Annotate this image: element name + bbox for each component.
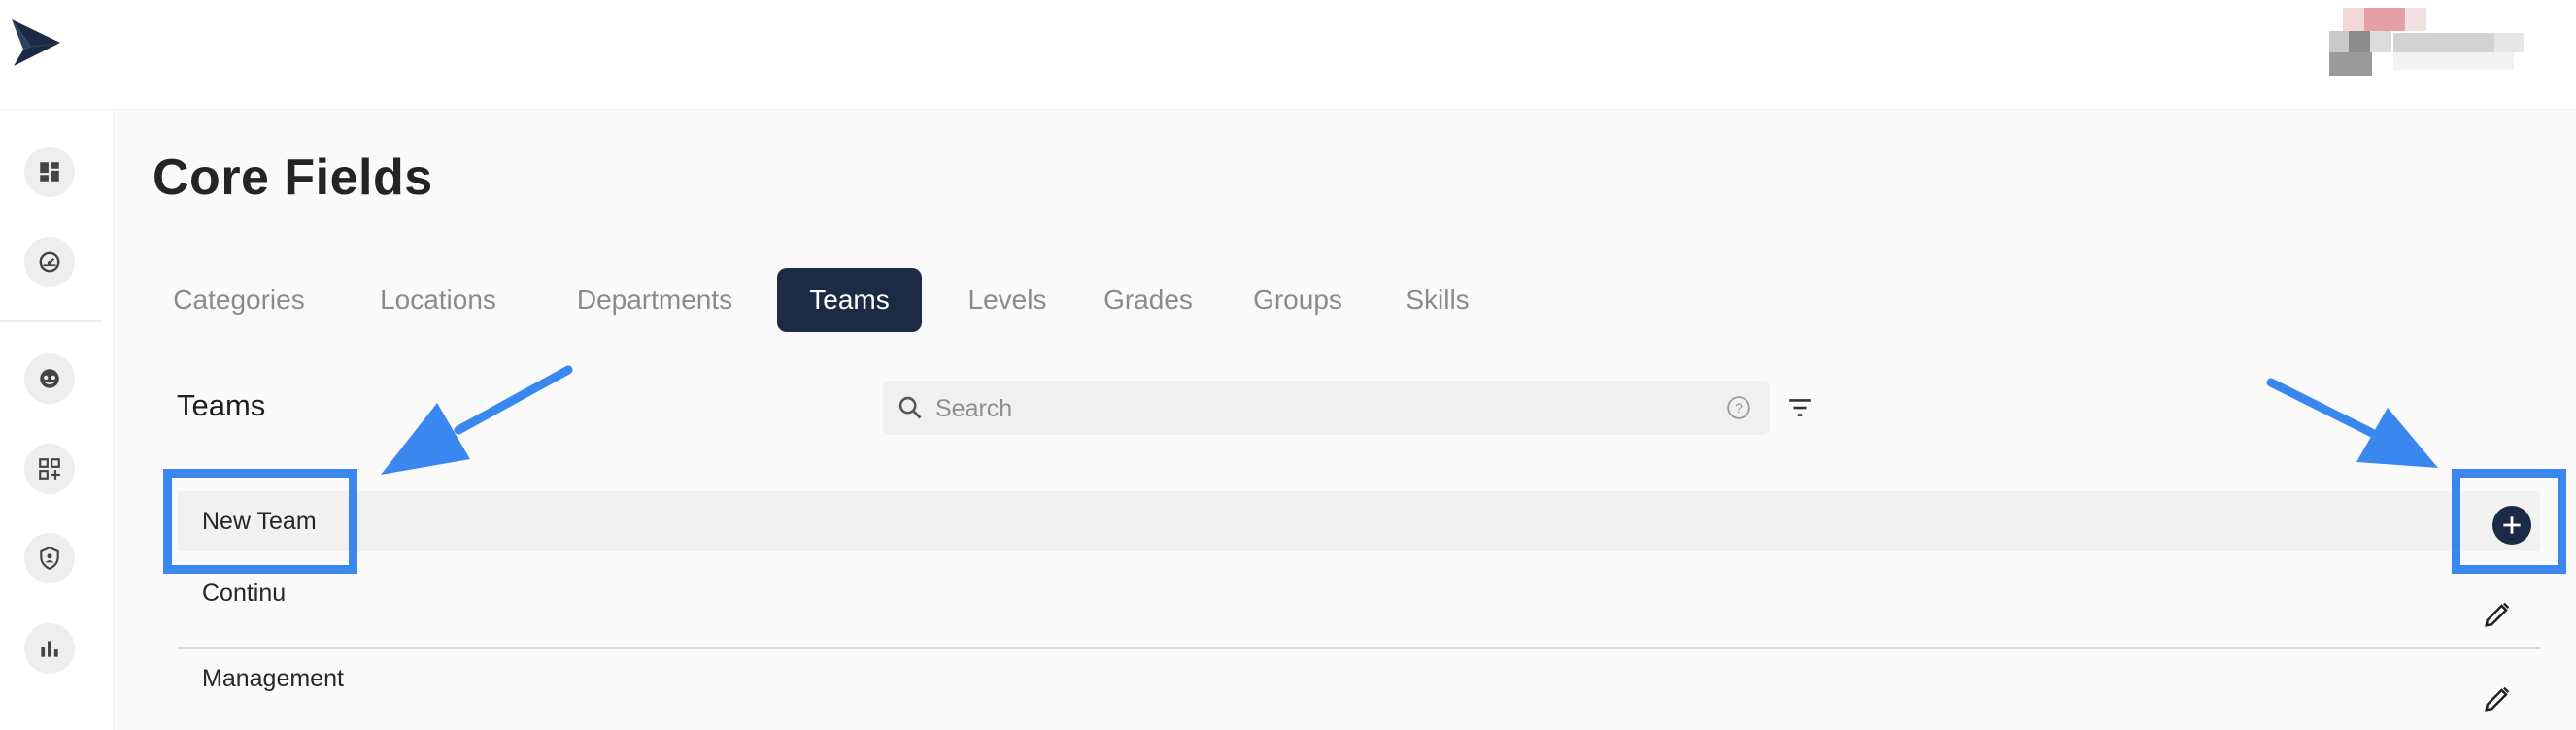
table-row: Continu (178, 564, 2540, 649)
tab-groups[interactable]: Groups (1237, 268, 1358, 332)
annotation-arrow-left (381, 365, 573, 475)
user-avatar[interactable] (2329, 8, 2524, 76)
highlight-box-add-button (2452, 469, 2566, 574)
shield-person-icon (40, 546, 59, 571)
sidebar-item-dashboard[interactable] (24, 147, 75, 197)
face-icon (40, 369, 59, 388)
chevron-arrow-logo-icon[interactable] (10, 17, 62, 68)
tab-locations[interactable]: Locations (357, 268, 519, 332)
team-name: Management (202, 665, 344, 692)
svg-text:?: ? (1735, 400, 1743, 415)
section-title: Teams (177, 388, 266, 422)
filter-icon[interactable] (1786, 395, 1813, 420)
search-box: ? (883, 381, 1770, 437)
tab-categories[interactable]: Categories (161, 268, 317, 332)
new-team-row: New Team (178, 491, 2540, 551)
sidebar-item-apps[interactable] (24, 444, 75, 494)
page: Core Fields Categories Locations Departm… (0, 0, 2576, 730)
sidebar-item-security[interactable] (24, 533, 75, 583)
apps-add-icon (39, 458, 60, 480)
annotation-arrow-right (2266, 378, 2438, 468)
search-icon (898, 396, 922, 419)
bar-chart-icon (41, 641, 58, 657)
dashboard-icon (40, 162, 59, 182)
tab-grades[interactable]: Grades (1090, 268, 1206, 332)
row-divider (178, 647, 2540, 649)
highlight-box-new-team (163, 469, 357, 574)
tab-teams[interactable]: Teams (777, 268, 922, 332)
table-row: Management (178, 651, 2540, 730)
sidebar (0, 110, 114, 730)
tab-departments[interactable]: Departments (559, 268, 750, 332)
tab-skills[interactable]: Skills (1389, 268, 1486, 332)
page-title: Core Fields (153, 149, 433, 206)
edit-icon[interactable] (2483, 600, 2512, 629)
sidebar-divider (0, 320, 101, 322)
help-icon[interactable]: ? (1726, 395, 1751, 420)
sidebar-item-people[interactable] (24, 353, 75, 404)
speedometer-icon (39, 251, 60, 273)
top-bar (0, 0, 2576, 110)
sidebar-item-reports[interactable] (24, 623, 75, 674)
edit-icon[interactable] (2483, 684, 2512, 713)
sidebar-item-speedometer[interactable] (24, 237, 75, 287)
team-name: Continu (202, 580, 287, 607)
search-input[interactable] (933, 381, 1695, 437)
tab-levels[interactable]: Levels (956, 268, 1059, 332)
